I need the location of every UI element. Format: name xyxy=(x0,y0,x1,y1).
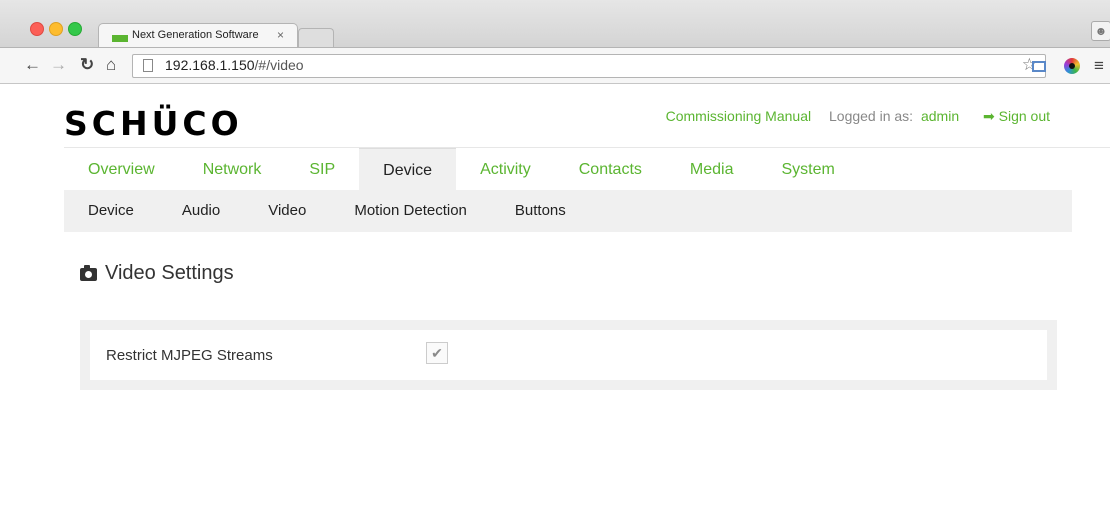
tab-title: Next Generation Software xyxy=(132,29,277,41)
schuco-logo: SCHÜCO xyxy=(64,104,243,143)
main-nav-device[interactable]: Device xyxy=(359,148,457,191)
sub-nav-video[interactable]: Video xyxy=(244,190,330,232)
url-host: 192.168.1.150 xyxy=(165,57,255,73)
maximize-window-button[interactable] xyxy=(68,22,82,36)
home-icon[interactable]: ⌂ xyxy=(106,54,116,76)
main-nav-network[interactable]: Network xyxy=(179,148,286,190)
browser-menu-icon[interactable]: ≡ xyxy=(1094,56,1104,76)
commissioning-manual-link[interactable]: Commissioning Manual xyxy=(666,108,812,124)
main-nav-overview[interactable]: Overview xyxy=(64,148,179,190)
sub-nav-device[interactable]: Device xyxy=(64,190,158,232)
page-title-text: Video Settings xyxy=(105,262,234,284)
forward-arrow-icon[interactable]: → xyxy=(50,54,67,76)
settings-row: Restrict MJPEG Streams ✔ xyxy=(90,330,1047,380)
main-nav-activity[interactable]: Activity xyxy=(456,148,555,190)
page-icon xyxy=(143,59,153,72)
header-links: Commissioning Manual Logged in as: admin… xyxy=(666,108,1050,125)
sign-out-label: Sign out xyxy=(998,108,1050,124)
url-path: /#/video xyxy=(254,57,304,73)
browser-tabstrip: Next Generation Software × ☻ xyxy=(0,0,1110,48)
main-nav-system[interactable]: System xyxy=(757,148,858,190)
back-arrow-icon[interactable]: ← xyxy=(24,54,41,76)
page-title: Video Settings xyxy=(80,262,234,285)
main-nav-media[interactable]: Media xyxy=(666,148,758,190)
sub-nav-motion-detection[interactable]: Motion Detection xyxy=(330,190,491,232)
settings-panel: Restrict MJPEG Streams ✔ xyxy=(80,320,1057,390)
logged-in-label: Logged in as: xyxy=(829,108,914,124)
profile-icon[interactable]: ☻ xyxy=(1091,21,1110,41)
sign-out-icon: ➡ xyxy=(983,108,995,124)
camera-icon xyxy=(80,265,97,281)
favicon-icon xyxy=(112,35,128,42)
minimize-window-button[interactable] xyxy=(49,22,63,36)
extension-icon[interactable] xyxy=(1064,58,1080,74)
sub-nav-audio[interactable]: Audio xyxy=(158,190,244,232)
restrict-mjpeg-label: Restrict MJPEG Streams xyxy=(106,347,273,364)
main-nav-sip[interactable]: SIP xyxy=(285,148,359,190)
close-window-button[interactable] xyxy=(30,22,44,36)
sub-nav-buttons[interactable]: Buttons xyxy=(491,190,590,232)
checkmark-icon: ✔ xyxy=(431,345,443,361)
cast-icon[interactable] xyxy=(1032,61,1046,72)
username-link[interactable]: admin xyxy=(921,108,959,124)
restrict-mjpeg-checkbox[interactable]: ✔ xyxy=(426,342,448,364)
new-tab-button[interactable] xyxy=(298,28,334,47)
address-bar[interactable]: 192.168.1.150/#/video ☆ xyxy=(132,54,1046,78)
browser-tab[interactable]: Next Generation Software × xyxy=(98,23,298,48)
main-nav: Overview Network SIP Device Activity Con… xyxy=(64,148,859,191)
main-nav-contacts[interactable]: Contacts xyxy=(555,148,666,190)
sub-nav: Device Audio Video Motion Detection Butt… xyxy=(64,190,1072,232)
tab-close-icon[interactable]: × xyxy=(277,28,284,42)
url-text[interactable]: 192.168.1.150/#/video xyxy=(165,57,304,73)
sign-out-link[interactable]: ➡ Sign out xyxy=(983,108,1050,124)
browser-toolbar: ← → ↻ ⌂ 192.168.1.150/#/video ☆ ≡ xyxy=(0,47,1110,84)
reload-icon[interactable]: ↻ xyxy=(80,54,94,76)
